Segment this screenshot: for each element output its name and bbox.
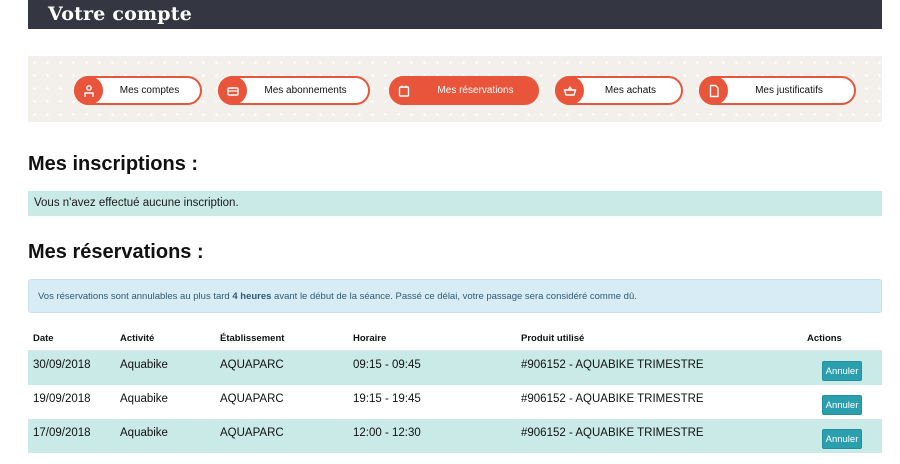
cell-activity: Aquabike [120, 427, 168, 439]
nav-mes-reservations[interactable]: Mes réservations [389, 76, 539, 105]
column-header-venue: Établissement [220, 333, 285, 344]
person-icon [74, 76, 103, 105]
cell-date: 17/09/2018 [33, 427, 91, 439]
column-header-date: Date [33, 333, 54, 344]
column-header-product: Produit utilisé [521, 333, 585, 344]
card-icon [218, 76, 247, 105]
cancellation-notice: Vos réservations sont annulables au plus… [28, 279, 882, 313]
column-header-activity: Activité [120, 333, 155, 344]
column-header-actions: Actions [807, 333, 842, 344]
cell-activity: Aquabike [120, 359, 168, 371]
nav-mes-achats[interactable]: Mes achats [555, 76, 683, 105]
document-icon [699, 76, 728, 105]
cell-activity: Aquabike [120, 393, 168, 405]
cell-product: #906152 - AQUABIKE TRIMESTRE [521, 359, 704, 371]
account-nav: Mes comptes Mes abonnements Mes réservat… [28, 56, 882, 122]
nav-label: Mes abonnements [264, 85, 347, 96]
cell-venue: AQUAPARC [220, 359, 284, 371]
nav-label: Mes comptes [119, 85, 180, 96]
cell-time: 19:15 - 19:45 [353, 393, 421, 405]
table-row: 17/09/2018 Aquabike AQUAPARC 12:00 - 12:… [28, 419, 882, 453]
notice-text: avant le début de la séance. Passé ce dé… [271, 291, 637, 302]
page-header: Votre compte [28, 0, 882, 29]
calendar-icon [389, 76, 418, 105]
cell-date: 19/09/2018 [33, 393, 91, 405]
inscriptions-empty-message: Vous n'avez effectué aucune inscription. [28, 191, 882, 216]
inscriptions-title: Mes inscriptions : [28, 153, 199, 175]
nav-label: Mes justificatifs [755, 85, 823, 96]
cell-product: #906152 - AQUABIKE TRIMESTRE [521, 427, 704, 439]
reservations-title: Mes réservations : [28, 241, 204, 263]
cancel-button[interactable]: Annuler [822, 395, 862, 415]
cell-time: 09:15 - 09:45 [353, 359, 421, 371]
page-title: Votre compte [48, 3, 193, 25]
nav-mes-justificatifs[interactable]: Mes justificatifs [699, 76, 856, 105]
cell-date: 30/09/2018 [33, 359, 91, 371]
column-header-time: Horaire [353, 333, 387, 344]
nav-mes-abonnements[interactable]: Mes abonnements [218, 76, 370, 105]
reservations-table-header: Date Activité Établissement Horaire Prod… [28, 327, 882, 351]
notice-text: Vos réservations sont annulables au plus… [38, 291, 233, 302]
nav-label: Mes réservations [437, 85, 514, 96]
cancel-button[interactable]: Annuler [822, 361, 862, 381]
basket-icon [555, 76, 584, 105]
table-row: 19/09/2018 Aquabike AQUAPARC 19:15 - 19:… [28, 385, 882, 419]
table-row: 30/09/2018 Aquabike AQUAPARC 09:15 - 09:… [28, 351, 882, 385]
cell-venue: AQUAPARC [220, 393, 284, 405]
nav-mes-comptes[interactable]: Mes comptes [74, 76, 202, 105]
cell-time: 12:00 - 12:30 [353, 427, 421, 439]
notice-delay: 4 heures [232, 291, 272, 302]
cell-venue: AQUAPARC [220, 427, 284, 439]
cell-product: #906152 - AQUABIKE TRIMESTRE [521, 393, 704, 405]
cancel-button[interactable]: Annuler [822, 429, 862, 449]
nav-label: Mes achats [604, 85, 657, 96]
